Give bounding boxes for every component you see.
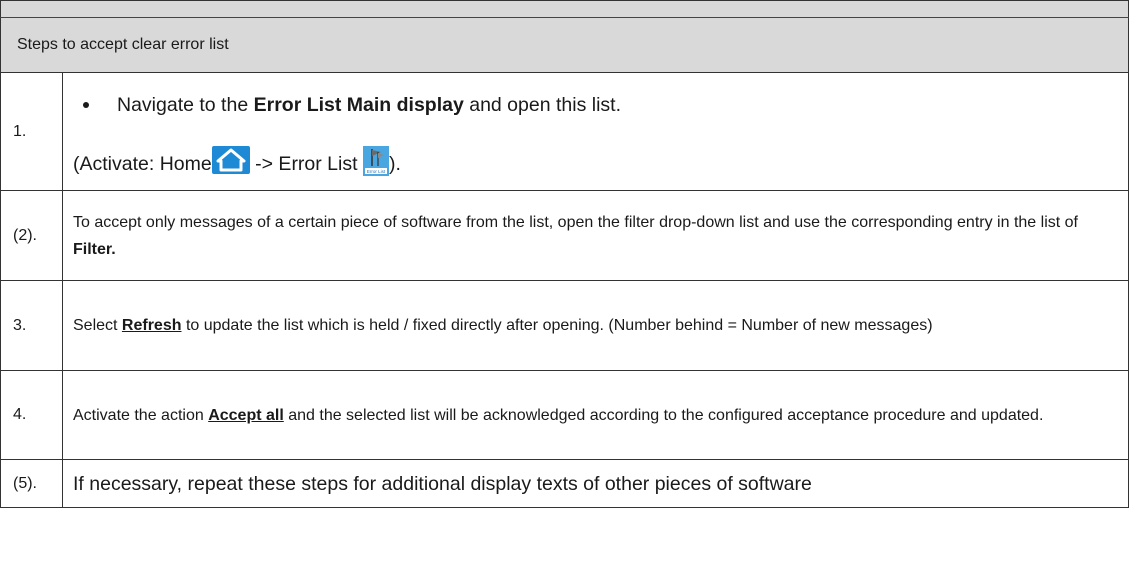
step-text: Select Refresh to update the list which … (62, 280, 1129, 371)
step-text: If necessary, repeat these steps for add… (62, 459, 1129, 508)
activate-line: (Activate: Home -> Error List Error List… (73, 146, 1116, 179)
bullet-item: Navigate to the Error List Main display … (73, 90, 1116, 120)
step-row: 4. Activate the action Accept all and th… (0, 370, 1129, 460)
svg-text:Error List: Error List (367, 169, 386, 174)
step-number: 1. (0, 72, 63, 191)
step-number: (2). (0, 190, 63, 281)
step-row: (2). To accept only messages of a certai… (0, 190, 1129, 281)
refresh-label: Refresh (121, 317, 182, 334)
step-text: Navigate to the Error List Main display … (62, 72, 1129, 191)
bullet-icon (83, 102, 89, 108)
home-icon (211, 146, 250, 174)
procedure-table: Steps to accept clear error list 1. Navi… (0, 0, 1129, 508)
step-row: 1. Navigate to the Error List Main displ… (0, 72, 1129, 191)
table-top-band (0, 0, 1129, 18)
step-text: To accept only messages of a certain pie… (62, 190, 1129, 281)
step-number: 4. (0, 370, 63, 460)
step-number: 3. (0, 280, 63, 371)
procedure-table-container: Steps to accept clear error list 1. Navi… (0, 0, 1131, 565)
table-title: Steps to accept clear error list (0, 17, 1129, 73)
step-text: Activate the action Accept all and the s… (62, 370, 1129, 460)
table-header-row: Steps to accept clear error list (0, 17, 1129, 73)
step-row: 3. Select Refresh to update the list whi… (0, 280, 1129, 371)
error-list-icon: Error List (362, 146, 389, 176)
accept-all-label: Accept all (208, 406, 284, 424)
step-number: (5). (0, 459, 63, 508)
step-row: (5). If necessary, repeat these steps fo… (0, 459, 1129, 508)
